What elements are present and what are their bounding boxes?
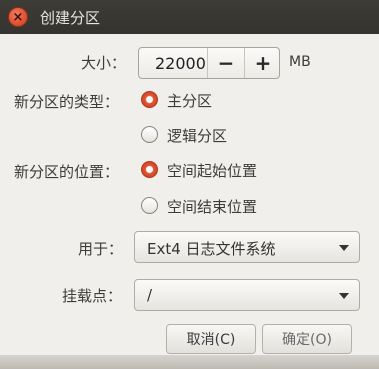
close-icon: × xyxy=(12,9,24,25)
close-button[interactable]: × xyxy=(8,7,28,27)
window-title: 创建分区 xyxy=(40,9,101,27)
ok-button[interactable]: 确定(O) xyxy=(262,324,352,354)
window-bottom-edge xyxy=(0,355,379,369)
mount-point-label: 挂载点： xyxy=(62,287,123,305)
size-label: 大小： xyxy=(81,54,127,72)
radio-primary[interactable] xyxy=(141,91,158,108)
radio-primary-label[interactable]: 主分区 xyxy=(167,90,212,111)
use-as-label: 用于： xyxy=(78,240,124,258)
titlebar: × 创建分区 xyxy=(0,0,379,34)
mount-point-combo[interactable]: / xyxy=(134,279,360,311)
partition-type-label: 新分区的类型： xyxy=(14,93,120,111)
dropdown-arrow-icon xyxy=(339,293,349,299)
cancel-button[interactable]: 取消(C) xyxy=(166,324,256,354)
radio-logical[interactable] xyxy=(141,126,158,143)
use-as-combo[interactable]: Ext4 日志文件系统 xyxy=(134,231,360,263)
radio-end-label[interactable]: 空间结束位置 xyxy=(167,196,257,217)
size-unit: MB xyxy=(289,54,311,70)
create-partition-dialog: × 创建分区 大小： 22000 − + MB 新分区的类型： 主分区 逻辑分区… xyxy=(0,0,379,369)
dropdown-arrow-icon xyxy=(339,245,349,251)
partition-location-label: 新分区的位置： xyxy=(14,163,120,181)
radio-logical-label[interactable]: 逻辑分区 xyxy=(167,125,227,146)
radio-end[interactable] xyxy=(141,197,158,214)
radio-start[interactable] xyxy=(141,161,158,178)
size-spinbox[interactable]: 22000 − + xyxy=(138,47,280,79)
increment-button[interactable]: + xyxy=(245,48,281,78)
size-value[interactable]: 22000 xyxy=(155,54,206,73)
mount-point-value[interactable]: / xyxy=(147,286,152,304)
radio-start-label[interactable]: 空间起始位置 xyxy=(167,160,257,181)
dialog-content: 大小： 22000 − + MB 新分区的类型： 主分区 逻辑分区 新分区的位置… xyxy=(0,34,379,369)
decrement-button[interactable]: − xyxy=(208,48,244,78)
use-as-value: Ext4 日志文件系统 xyxy=(147,240,276,258)
